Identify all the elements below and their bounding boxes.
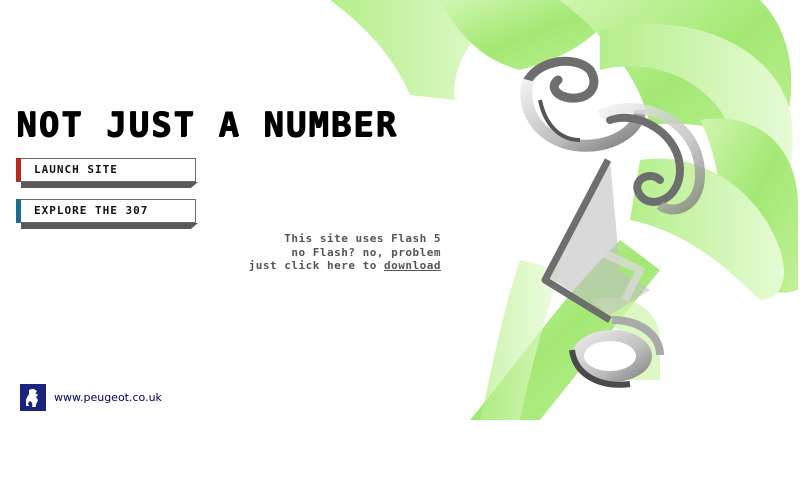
flash-splash-page: NOT JUST A NUMBER LAUNCH SITE EXPLORE TH… [0,0,800,498]
flash-notice: This site uses Flash 5 no Flash? no, pro… [249,232,441,273]
flash-notice-line-1: This site uses Flash 5 [284,232,441,245]
flash-notice-prefix: just click here to [248,259,385,272]
download-link[interactable]: download [384,259,441,272]
launch-site-label: LAUNCH SITE [34,163,118,176]
button-shadow [21,223,198,229]
peugeot-url-link[interactable]: www.peugeot.co.uk [54,391,162,404]
explore-307-button[interactable]: EXPLORE THE 307 [16,199,198,229]
button-shadow [21,182,198,188]
page-title: NOT JUST A NUMBER [16,105,398,145]
button-accent [16,158,21,182]
peugeot-lion-icon[interactable] [20,384,46,411]
flash-notice-line-2: no Flash? no, problem [291,245,441,259]
peugeot-footer: www.peugeot.co.uk [20,384,162,411]
flash-notice-line-3: just click here to download [249,259,441,273]
launch-site-button[interactable]: LAUNCH SITE [16,158,198,188]
button-accent [16,199,21,223]
explore-307-label: EXPLORE THE 307 [34,204,149,217]
